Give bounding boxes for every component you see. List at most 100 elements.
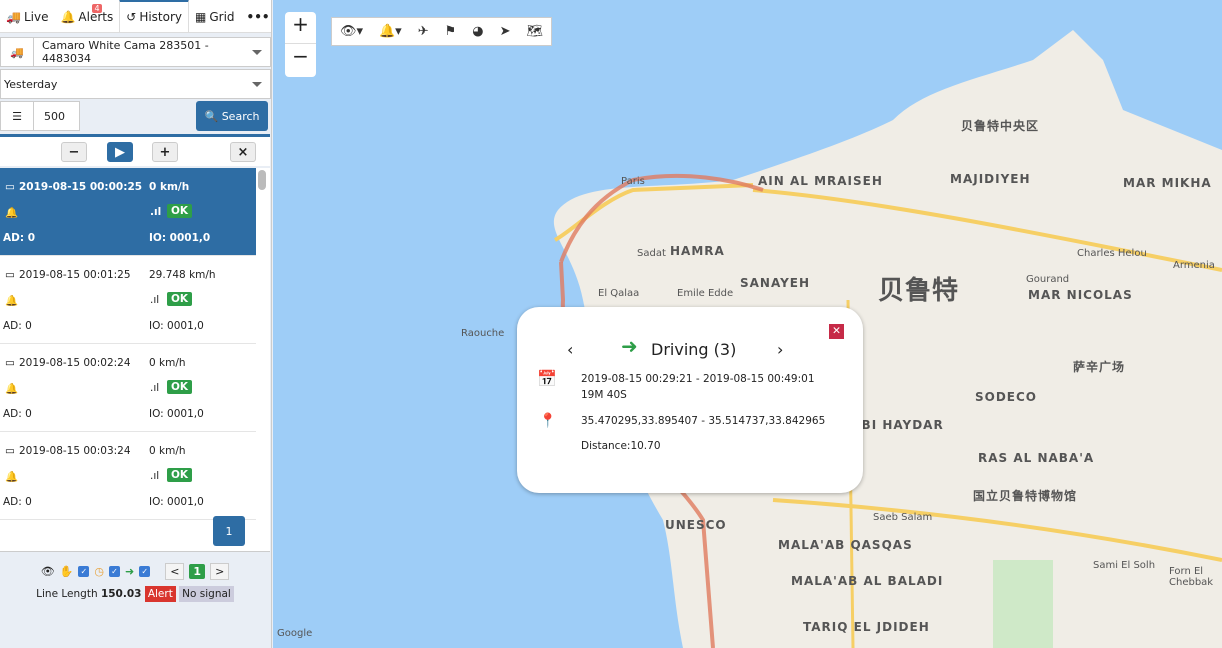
flag-icon[interactable]: ⚑	[445, 24, 457, 39]
next-page-button[interactable]: >	[210, 562, 230, 580]
calendar-icon: ▭	[5, 269, 15, 281]
paper-plane-icon[interactable]: ✈	[418, 24, 429, 39]
map-label: Armenia	[1173, 260, 1215, 271]
alerts-badge: 4	[92, 4, 102, 13]
eye-icon: 👁	[40, 564, 55, 578]
history-icon: ↺	[126, 10, 137, 24]
no-signal-legend: No signal	[179, 586, 234, 602]
table-icon: ▦	[195, 10, 207, 24]
zoom-control: + −	[285, 12, 316, 77]
chevron-down-icon	[252, 49, 262, 55]
zoom-in-button[interactable]: +	[285, 12, 316, 44]
map-label: 贝鲁特中央区	[961, 119, 1040, 133]
tab-bar: 🚚 Live 🔔 Alerts 4 ↺ History ▦ Grid •••	[0, 0, 271, 33]
list-item[interactable]: ▭ 2019-08-15 00:03:24 0 km/h 🔔 .ıl OK AD…	[0, 432, 256, 520]
prev-page-button[interactable]: <	[165, 562, 185, 580]
footer: 👁 ✋ ✓ ◷ ✓ ➜ ✓ < 1 > Line Length 150.03 Aler…	[0, 560, 270, 602]
close-icon[interactable]: ✕	[829, 324, 844, 339]
map[interactable]: AIN AL MRAISEH MAJIDIYEH MAR MIKHA HAMRA SAN…	[273, 0, 1222, 648]
current-page: 1	[189, 563, 206, 579]
scrollbar[interactable]	[258, 170, 266, 190]
playback-controls: − ▶ + ×	[0, 134, 270, 166]
chevron-down-icon	[252, 81, 262, 87]
map-label: MALA'AB QASQAS	[778, 538, 913, 552]
play-button[interactable]: ▶	[107, 142, 133, 162]
map-label: Sami El Solh	[1093, 560, 1156, 571]
dashboard-icon[interactable]: ◕	[472, 24, 483, 39]
hand-icon: ✋	[59, 564, 74, 578]
bell-icon: 🔔	[5, 207, 19, 219]
list-icon: ☰	[1, 102, 34, 130]
map-label: AIN AL MRAISEH	[758, 174, 883, 188]
close-button[interactable]: ×	[230, 142, 256, 162]
calendar-icon: ▭	[5, 181, 15, 193]
zoom-out-button[interactable]: −	[285, 44, 316, 68]
status-badge: OK	[167, 380, 193, 394]
tab-live[interactable]: 🚚 Live	[0, 0, 54, 32]
map-label: TARIQ EL JDIDEH	[803, 620, 930, 634]
truck-icon: 🚚	[1, 38, 34, 66]
signal-icon: .ıl	[150, 294, 160, 306]
map-label: MAJIDIYEH	[950, 172, 1031, 186]
bell-icon: 🔔	[60, 10, 76, 24]
status-badge: OK	[167, 292, 193, 306]
stop-checkbox[interactable]: ✓	[78, 565, 90, 577]
list-item[interactable]: ▭ 2019-08-15 00:01:25 29.748 km/h 🔔 .ıl …	[0, 256, 256, 344]
tab-grid[interactable]: ▦ Grid	[189, 0, 241, 32]
map-label: Google	[277, 628, 313, 639]
map-label: MAR NICOLAS	[1028, 288, 1133, 302]
map-label: 贝鲁特	[878, 276, 960, 306]
slower-button[interactable]: −	[61, 142, 87, 162]
list-item[interactable]: ▭ 2019-08-15 00:00:25 0 km/h 🔔 .ıl OK AD…	[0, 168, 256, 256]
prev-button[interactable]: ‹	[567, 340, 573, 359]
map-label: RAS AL NABA'A	[978, 451, 1095, 465]
map-icon[interactable]: 🗺	[526, 24, 543, 39]
limit-group: ☰ 500	[0, 101, 80, 131]
arrow-circle-icon: ➜	[621, 334, 638, 358]
bell-icon: 🔔	[5, 295, 19, 307]
status-badge: OK	[167, 204, 193, 218]
map-label: Sadat	[637, 248, 666, 259]
signal-icon: .ıl	[150, 382, 160, 394]
signal-icon: .ıl	[150, 206, 162, 218]
map-label: UNESCO	[665, 518, 727, 532]
search-button[interactable]: 🔍 Search	[196, 101, 268, 131]
calendar-icon: 📅	[537, 369, 557, 388]
page-button[interactable]: 1	[213, 516, 245, 546]
map-label: Raouche	[461, 328, 505, 339]
calendar-icon: ▭	[5, 445, 15, 457]
limit-input[interactable]: 500	[34, 102, 65, 130]
clock-icon: ◷	[94, 564, 104, 578]
map-label: SANAYEH	[740, 276, 811, 290]
vehicle-row: 🚚 Camaro White Cama 283501 - 4483034	[0, 37, 271, 67]
faster-button[interactable]: +	[152, 142, 178, 162]
popup-title: Driving (3)	[651, 340, 737, 359]
map-label: El Qalaa	[598, 288, 640, 299]
map-label: Forn El Chebbak	[1169, 566, 1214, 588]
signal-icon: .ıl	[150, 470, 160, 482]
map-label: HAMRA	[670, 244, 725, 258]
map-label: 萨辛广场	[1073, 360, 1126, 374]
period-select[interactable]: Yesterday	[1, 70, 270, 98]
tab-history[interactable]: ↺ History	[119, 0, 190, 32]
search-icon: 🔍	[204, 109, 222, 123]
idle-checkbox[interactable]: ✓	[108, 565, 120, 577]
map-label: Saeb Salam	[873, 512, 933, 523]
driving-checkbox[interactable]: ✓	[139, 565, 151, 577]
list-item[interactable]: ▭ 2019-08-15 00:02:24 0 km/h 🔔 .ıl OK AD…	[0, 344, 256, 432]
period-row: Yesterday	[0, 69, 271, 99]
more-tab[interactable]: •••	[241, 0, 276, 32]
location-arrow-icon[interactable]: ➤	[500, 24, 511, 39]
map-toolbar: 👁▾ 🔔▾ ✈ ⚑ ◕ ➤ 🗺	[331, 17, 552, 46]
status-badge: OK	[167, 468, 193, 482]
info-popup: ‹ ➜ Driving (3) › ✕ 📅 2019-08-15 00:29:2…	[517, 307, 863, 493]
map-label: Gourand	[1026, 274, 1070, 285]
bell-icon[interactable]: 🔔▾	[379, 24, 402, 39]
map-label: Charles Helou	[1077, 248, 1147, 259]
vehicle-select[interactable]: Camaro White Cama 283501 - 4483034	[34, 38, 270, 66]
tab-alerts[interactable]: 🔔 Alerts 4	[54, 0, 119, 32]
next-button[interactable]: ›	[777, 340, 783, 359]
history-list: ▭ 2019-08-15 00:00:25 0 km/h 🔔 .ıl OK AD…	[0, 168, 270, 552]
map-label: Paris	[621, 176, 645, 187]
eye-icon[interactable]: 👁▾	[340, 24, 363, 39]
